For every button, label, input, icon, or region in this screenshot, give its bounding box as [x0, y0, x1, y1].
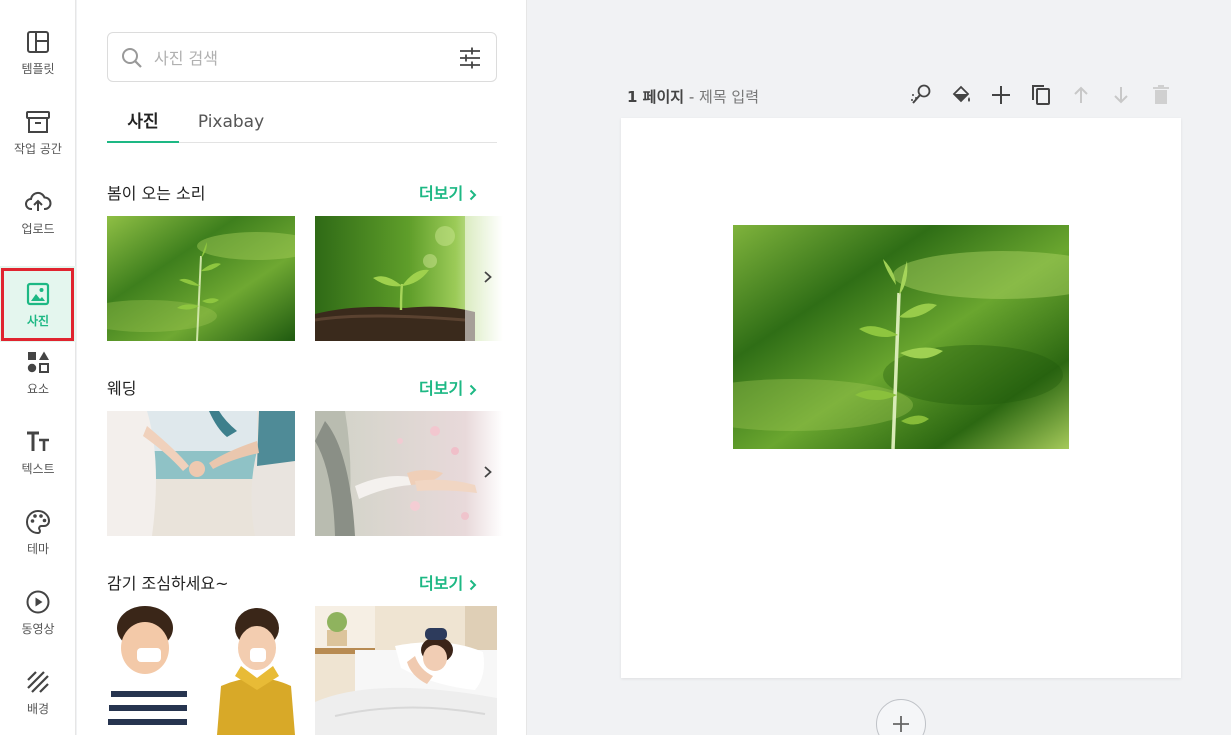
more-link-cold[interactable]: 더보기: [419, 570, 479, 594]
nav-item-label: 배경: [26, 701, 50, 716]
nav-item-label: 작업 공간: [14, 141, 62, 156]
nav-item-label: 업로드: [21, 221, 55, 236]
layout-icon: [27, 30, 49, 53]
add-page-button[interactable]: [876, 699, 926, 735]
nav-item-label: 요소: [26, 381, 50, 396]
more-link-wedding[interactable]: 더보기: [419, 375, 479, 399]
text-icon: [27, 431, 49, 451]
section-title-spring: 봄이 오는 소리: [107, 184, 206, 203]
sprout-photo-image: [733, 225, 1069, 449]
nav-item-label: 사진: [26, 313, 50, 328]
chevron-right-icon: [469, 579, 477, 590]
page-title-input[interactable]: 제목 입력: [699, 88, 759, 106]
page-header: 1 페이지 - 제목 입력: [627, 86, 759, 107]
more-link-spring[interactable]: 더보기: [419, 180, 479, 204]
sick-girl-in-bed-image: [315, 606, 497, 735]
photo-thumb-sprout-2[interactable]: [315, 216, 503, 341]
section-title-wedding: 웨딩: [107, 379, 137, 398]
nav-item-label: 텍스트: [21, 461, 55, 476]
placed-photo[interactable]: [733, 225, 1069, 449]
tab-pixabay[interactable]: Pixabay: [185, 104, 277, 143]
trash-icon: [1153, 85, 1169, 104]
search-icon: [122, 48, 142, 68]
more-link-label: 더보기: [419, 184, 464, 203]
nav-item-templates[interactable]: 템플릿: [0, 14, 76, 90]
search-box: [107, 32, 497, 82]
carousel-next-button[interactable]: [477, 262, 499, 292]
photo-thumb-cold-2[interactable]: [315, 606, 497, 735]
sprout-in-soil-image: [315, 216, 503, 341]
sneezing-kids-image: [107, 606, 295, 735]
sprout-photo-image: [107, 216, 295, 341]
nav-item-theme[interactable]: 테마: [0, 494, 76, 570]
nav-item-label: 테마: [26, 541, 50, 556]
arrow-down-icon: [1114, 87, 1128, 104]
filter-sliders-icon[interactable]: [458, 46, 482, 70]
design-page[interactable]: [621, 118, 1181, 678]
nav-item-label: 동영상: [21, 621, 55, 636]
page-number: 1 페이지: [627, 88, 685, 106]
nav-item-text[interactable]: 텍스트: [0, 414, 76, 490]
chevron-right-icon: [469, 189, 477, 200]
plus-icon: [893, 716, 909, 732]
wedding-hands-image: [315, 411, 503, 536]
more-link-label: 더보기: [419, 574, 464, 593]
tab-photos[interactable]: 사진: [107, 104, 179, 143]
photo-panel: 사진 Pixabay 봄이 오는 소리 더보기: [77, 0, 527, 735]
play-circle-icon: [26, 590, 50, 613]
shapes-icon: [27, 351, 49, 373]
stripes-icon: [27, 670, 49, 693]
chevron-right-icon: [469, 384, 477, 395]
nav-item-workspace[interactable]: 작업 공간: [0, 94, 76, 170]
source-tabs: 사진 Pixabay: [107, 104, 497, 143]
archive-box-icon: [26, 110, 50, 133]
photo-thumb-cold-1[interactable]: [107, 606, 295, 735]
photo-thumb-wedding-1[interactable]: [107, 411, 295, 536]
photo-thumb-sprout-1[interactable]: [107, 216, 295, 341]
photo-thumb-wedding-2[interactable]: [315, 411, 503, 536]
nav-item-label: 템플릿: [21, 61, 55, 76]
cloud-upload-icon: [25, 191, 52, 211]
magic-wand-icon[interactable]: [909, 83, 933, 107]
left-navigation: 템플릿 작업 공간 업로드 사진 요소 텍스트 테마 동영상 배경: [0, 0, 76, 735]
page-title-separator: -: [688, 88, 695, 106]
holding-hands-beach-image: [107, 411, 295, 536]
duplicate-icon[interactable]: [1029, 83, 1053, 107]
search-input[interactable]: [154, 43, 444, 73]
arrow-up-icon: [1074, 86, 1088, 103]
chevron-right-icon: [484, 466, 492, 478]
paint-bucket-icon[interactable]: [949, 83, 973, 107]
plus-icon[interactable]: [989, 83, 1013, 107]
more-link-label: 더보기: [419, 379, 464, 398]
section-title-cold: 감기 조심하세요~: [107, 574, 229, 593]
nav-item-background[interactable]: 배경: [0, 654, 76, 730]
image-icon: [26, 282, 50, 305]
chevron-right-icon: [484, 271, 492, 283]
palette-icon: [26, 509, 51, 534]
carousel-next-button[interactable]: [477, 457, 499, 487]
nav-item-video[interactable]: 동영상: [0, 574, 76, 650]
nav-item-upload[interactable]: 업로드: [0, 174, 76, 250]
nav-item-photos[interactable]: 사진: [0, 266, 76, 342]
nav-item-elements[interactable]: 요소: [0, 334, 76, 410]
